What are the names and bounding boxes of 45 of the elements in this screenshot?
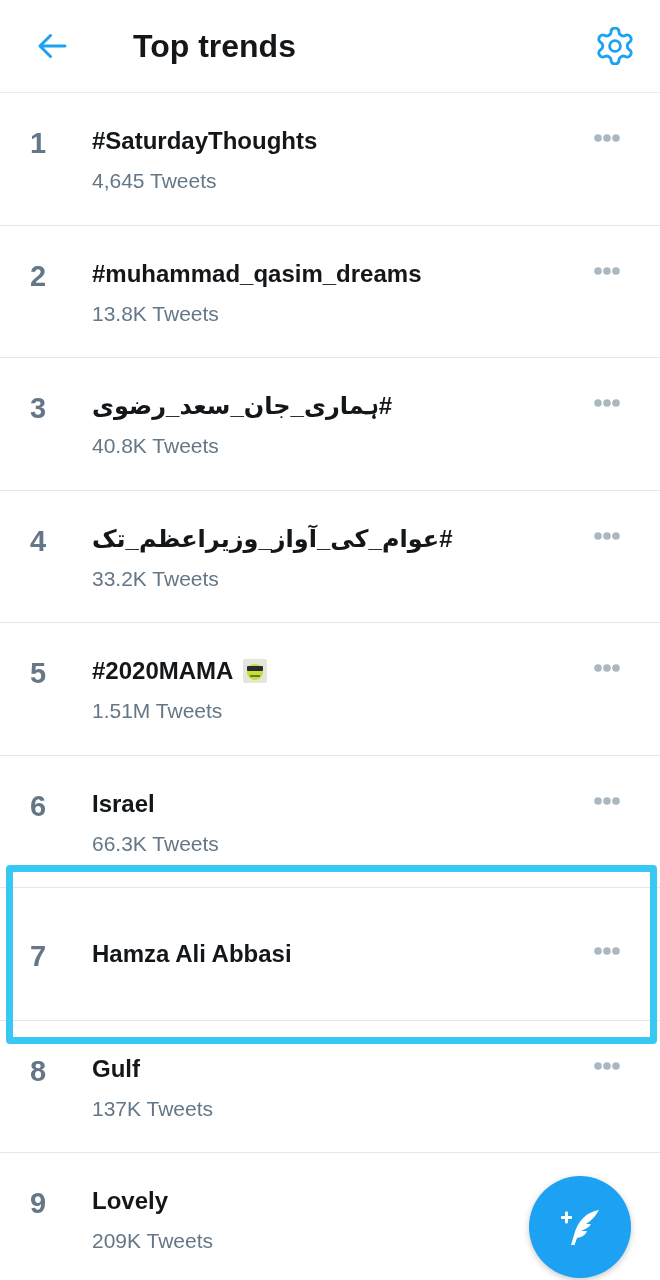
more-icon[interactable] [594, 531, 620, 540]
trend-row[interactable]: 1 #SaturdayThoughts 4,645 Tweets [0, 93, 660, 226]
trend-name: Lovely [92, 1186, 169, 1217]
tweet-count: 13.8K Tweets [92, 300, 220, 327]
trend-name: #2020MAMA [92, 656, 234, 687]
more-icon[interactable] [594, 399, 620, 408]
more-icon[interactable] [594, 1061, 620, 1070]
trend-rank: 8 [30, 1053, 48, 1088]
more-icon[interactable] [594, 946, 620, 955]
tweet-count: 66.3K Tweets [92, 830, 220, 857]
tweet-count: 40.8K Tweets [92, 433, 220, 460]
trend-row[interactable]: 2 #muhammad_qasim_dreams 13.8K Tweets [0, 225, 660, 358]
more-icon[interactable] [594, 796, 620, 805]
trend-name: #ہماری_جان_سعد_رضوی [92, 391, 393, 422]
trend-row[interactable]: 5 #2020MAMA 1.51M Tweets [0, 623, 660, 756]
trend-rank: 5 [30, 656, 48, 691]
trend-name: Israel [92, 788, 155, 819]
trend-rank: 7 [30, 938, 48, 973]
trend-rank: 2 [30, 258, 48, 293]
trend-row[interactable]: 7 Hamza Ali Abbasi [0, 888, 660, 1021]
trend-name: Hamza Ali Abbasi [92, 938, 292, 969]
tweet-count: 137K Tweets [92, 1095, 215, 1122]
more-icon[interactable] [594, 266, 620, 275]
more-icon[interactable] [594, 134, 620, 143]
trend-name: #SaturdayThoughts [92, 126, 318, 157]
trend-name: Gulf [92, 1053, 140, 1084]
trend-rank: 4 [30, 523, 48, 558]
trend-rank: 6 [30, 788, 48, 823]
page-title: Top trends [133, 27, 297, 66]
back-arrow-icon[interactable] [37, 33, 67, 59]
trend-rank: 1 [30, 126, 48, 161]
more-icon[interactable] [594, 664, 620, 673]
compose-button[interactable] [529, 1176, 631, 1278]
tweet-count: 4,645 Tweets [92, 168, 218, 195]
trend-rank: 9 [30, 1186, 48, 1221]
tweet-count: 1.51M Tweets [92, 698, 224, 725]
tweet-count: 33.2K Tweets [92, 565, 220, 592]
trend-row[interactable]: 8 Gulf 137K Tweets [0, 1020, 660, 1153]
settings-icon[interactable] [596, 27, 634, 65]
trend-row[interactable]: 6 Israel 66.3K Tweets [0, 755, 660, 888]
tweet-count: 209K Tweets [92, 1228, 215, 1255]
feather-plus-icon [560, 1207, 600, 1247]
trend-name: #muhammad_qasim_dreams [92, 258, 422, 289]
trend-rank: 3 [30, 391, 48, 426]
trend-name: #عوام_کی_آواز_وزیراعظم_تک [92, 523, 453, 555]
